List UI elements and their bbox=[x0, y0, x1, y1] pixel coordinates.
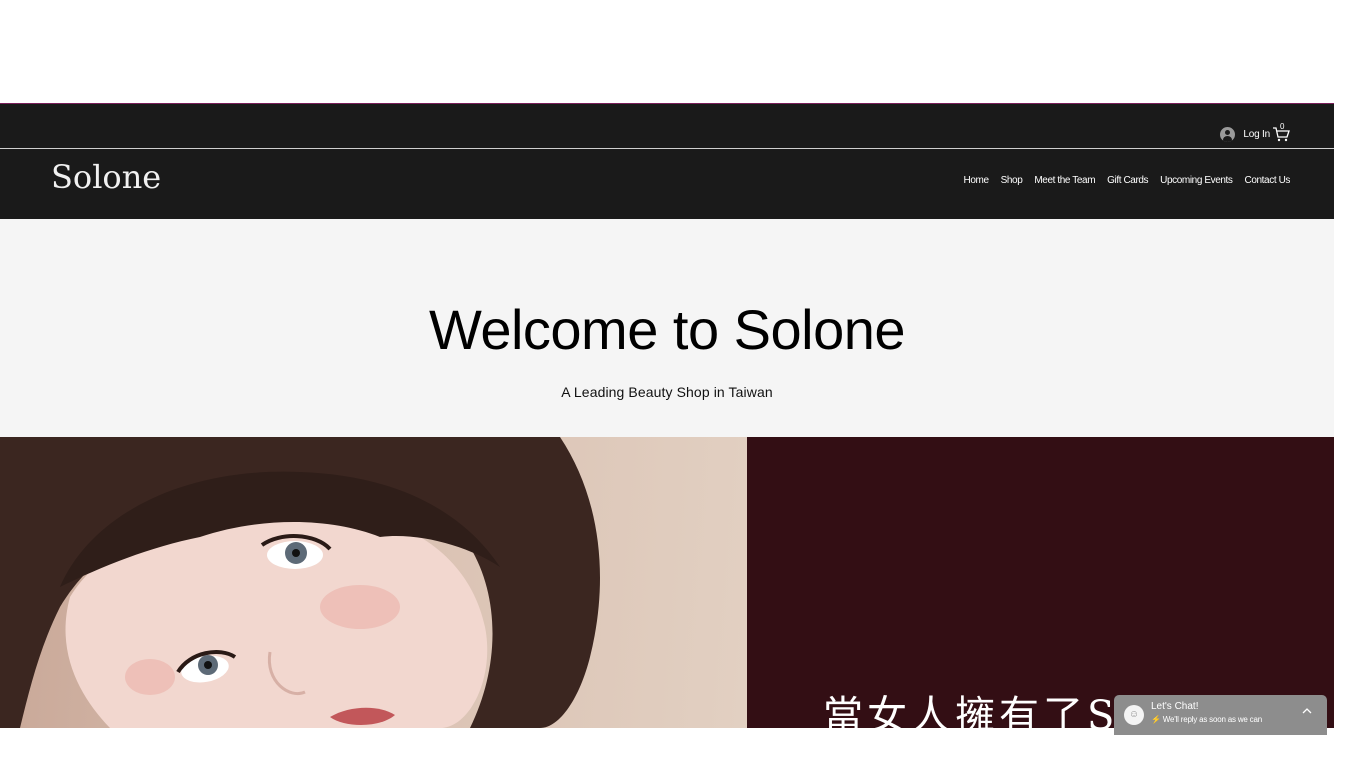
cart-count: 0 bbox=[1280, 122, 1285, 131]
hero-photo bbox=[0, 437, 747, 728]
chat-title: Let's Chat! bbox=[1151, 701, 1199, 712]
cart-button[interactable]: 0 bbox=[1272, 122, 1290, 142]
site-frame: Log In 0 Solone Home Shop Meet the Team … bbox=[0, 103, 1334, 728]
login-button[interactable]: Log In bbox=[1220, 127, 1270, 142]
avatar-icon bbox=[1220, 127, 1236, 142]
main-nav: Home Shop Meet the Team Gift Cards Upcom… bbox=[964, 175, 1291, 186]
chat-icon: ☺ bbox=[1124, 705, 1144, 725]
hero-section: Welcome to Solone A Leading Beauty Shop … bbox=[0, 219, 1334, 437]
login-label: Log In bbox=[1243, 129, 1270, 140]
chat-subtitle: ⚡ We'll reply as soon as we can bbox=[1151, 715, 1262, 724]
nav-contact-us[interactable]: Contact Us bbox=[1245, 175, 1291, 186]
nav-shop[interactable]: Shop bbox=[1001, 175, 1023, 186]
promo-panel: 當女人擁有了Solone bbox=[747, 437, 1334, 728]
header: Solone Home Shop Meet the Team Gift Card… bbox=[0, 149, 1334, 219]
chevron-up-icon[interactable] bbox=[1301, 705, 1313, 717]
top-bar: Log In 0 bbox=[0, 103, 1334, 148]
nav-home[interactable]: Home bbox=[964, 175, 989, 186]
model-portrait-image bbox=[0, 437, 600, 728]
site-logo[interactable]: Solone bbox=[51, 158, 161, 196]
hero-title: Welcome to Solone bbox=[428, 298, 906, 361]
nav-meet-the-team[interactable]: Meet the Team bbox=[1034, 175, 1095, 186]
hero-subtitle: A Leading Beauty Shop in Taiwan bbox=[561, 384, 773, 400]
chat-widget[interactable]: ☺ Let's Chat! ⚡ We'll reply as soon as w… bbox=[1114, 695, 1327, 735]
nav-upcoming-events[interactable]: Upcoming Events bbox=[1160, 175, 1233, 186]
nav-gift-cards[interactable]: Gift Cards bbox=[1107, 175, 1148, 186]
